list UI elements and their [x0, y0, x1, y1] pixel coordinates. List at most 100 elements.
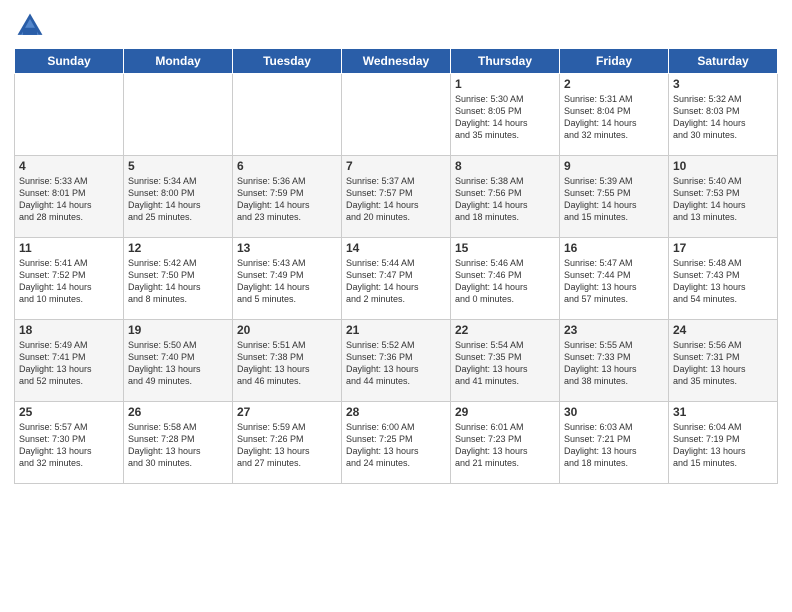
calendar-cell-3-5: 15 Sunrise: 5:46 AM Sunset: 7:46 PM Dayli…	[451, 238, 560, 320]
calendar-cell-5-2: 26 Sunrise: 5:58 AM Sunset: 7:28 PM Dayli…	[124, 402, 233, 484]
cell-info: Sunrise: 5:47 AM Sunset: 7:44 PM Dayligh…	[564, 257, 664, 306]
day-number: 7	[346, 159, 446, 173]
calendar-cell-5-3: 27 Sunrise: 5:59 AM Sunset: 7:26 PM Dayli…	[233, 402, 342, 484]
weekday-header-wednesday: Wednesday	[342, 49, 451, 74]
calendar-cell-4-6: 23 Sunrise: 5:55 AM Sunset: 7:33 PM Dayli…	[560, 320, 669, 402]
calendar-row-1: 1Sunrise: 5:30 AM Sunset: 8:05 PM Daylig…	[15, 74, 778, 156]
day-number: 11	[19, 241, 119, 255]
cell-info: Sunrise: 5:34 AM Sunset: 8:00 PM Dayligh…	[128, 175, 228, 224]
cell-info: Sunrise: 5:58 AM Sunset: 7:28 PM Dayligh…	[128, 421, 228, 470]
calendar-cell-5-7: 31 Sunrise: 6:04 AM Sunset: 7:19 PM Dayli…	[669, 402, 778, 484]
cell-info: Sunrise: 5:48 AM Sunset: 7:43 PM Dayligh…	[673, 257, 773, 306]
calendar-cell-1-5: 1Sunrise: 5:30 AM Sunset: 8:05 PM Daylig…	[451, 74, 560, 156]
calendar-cell-4-3: 20Sunrise: 5:51 AM Sunset: 7:38 PM Dayli…	[233, 320, 342, 402]
cell-info: Sunrise: 5:41 AM Sunset: 7:52 PM Dayligh…	[19, 257, 119, 306]
calendar-cell-1-7: 3Sunrise: 5:32 AM Sunset: 8:03 PM Daylig…	[669, 74, 778, 156]
calendar-cell-4-1: 18Sunrise: 5:49 AM Sunset: 7:41 PM Dayli…	[15, 320, 124, 402]
weekday-header-monday: Monday	[124, 49, 233, 74]
day-number: 18	[19, 323, 119, 337]
calendar-cell-2-1: 4 Sunrise: 5:33 AM Sunset: 8:01 PM Daylig…	[15, 156, 124, 238]
calendar-cell-2-6: 9Sunrise: 5:39 AM Sunset: 7:55 PM Daylig…	[560, 156, 669, 238]
day-number: 3	[673, 77, 773, 91]
cell-info: Sunrise: 5:57 AM Sunset: 7:30 PM Dayligh…	[19, 421, 119, 470]
calendar-cell-5-1: 25 Sunrise: 5:57 AM Sunset: 7:30 PM Dayli…	[15, 402, 124, 484]
day-number: 19	[128, 323, 228, 337]
calendar-cell-1-3	[233, 74, 342, 156]
day-number: 8	[455, 159, 555, 173]
cell-info: Sunrise: 6:03 AM Sunset: 7:21 PM Dayligh…	[564, 421, 664, 470]
calendar-cell-3-7: 17 Sunrise: 5:48 AM Sunset: 7:43 PM Dayli…	[669, 238, 778, 320]
day-number: 25	[19, 405, 119, 419]
day-number: 31	[673, 405, 773, 419]
calendar-cell-2-3: 6 Sunrise: 5:36 AM Sunset: 7:59 PM Daylig…	[233, 156, 342, 238]
calendar-table: SundayMondayTuesdayWednesdayThursdayFrid…	[14, 48, 778, 484]
cell-info: Sunrise: 5:55 AM Sunset: 7:33 PM Dayligh…	[564, 339, 664, 388]
day-number: 15	[455, 241, 555, 255]
cell-info: Sunrise: 5:31 AM Sunset: 8:04 PM Dayligh…	[564, 93, 664, 142]
calendar-cell-1-6: 2Sunrise: 5:31 AM Sunset: 8:04 PM Daylig…	[560, 74, 669, 156]
cell-info: Sunrise: 5:42 AM Sunset: 7:50 PM Dayligh…	[128, 257, 228, 306]
day-number: 4	[19, 159, 119, 173]
calendar-cell-2-2: 5 Sunrise: 5:34 AM Sunset: 8:00 PM Daylig…	[124, 156, 233, 238]
calendar-cell-2-7: 10 Sunrise: 5:40 AM Sunset: 7:53 PM Dayli…	[669, 156, 778, 238]
calendar-cell-2-5: 8 Sunrise: 5:38 AM Sunset: 7:56 PM Daylig…	[451, 156, 560, 238]
page-container: SundayMondayTuesdayWednesdayThursdayFrid…	[0, 0, 792, 494]
logo	[14, 10, 50, 42]
day-number: 27	[237, 405, 337, 419]
day-number: 13	[237, 241, 337, 255]
calendar-row-4: 18Sunrise: 5:49 AM Sunset: 7:41 PM Dayli…	[15, 320, 778, 402]
cell-info: Sunrise: 5:50 AM Sunset: 7:40 PM Dayligh…	[128, 339, 228, 388]
calendar-cell-1-2	[124, 74, 233, 156]
cell-info: Sunrise: 5:51 AM Sunset: 7:38 PM Dayligh…	[237, 339, 337, 388]
day-number: 29	[455, 405, 555, 419]
weekday-header-friday: Friday	[560, 49, 669, 74]
cell-info: Sunrise: 5:36 AM Sunset: 7:59 PM Dayligh…	[237, 175, 337, 224]
day-number: 12	[128, 241, 228, 255]
cell-info: Sunrise: 5:39 AM Sunset: 7:55 PM Dayligh…	[564, 175, 664, 224]
day-number: 23	[564, 323, 664, 337]
cell-info: Sunrise: 5:54 AM Sunset: 7:35 PM Dayligh…	[455, 339, 555, 388]
day-number: 24	[673, 323, 773, 337]
day-number: 28	[346, 405, 446, 419]
cell-info: Sunrise: 6:04 AM Sunset: 7:19 PM Dayligh…	[673, 421, 773, 470]
day-number: 5	[128, 159, 228, 173]
day-number: 21	[346, 323, 446, 337]
cell-info: Sunrise: 5:52 AM Sunset: 7:36 PM Dayligh…	[346, 339, 446, 388]
calendar-cell-4-4: 21 Sunrise: 5:52 AM Sunset: 7:36 PM Dayli…	[342, 320, 451, 402]
calendar-cell-3-6: 16 Sunrise: 5:47 AM Sunset: 7:44 PM Dayli…	[560, 238, 669, 320]
calendar-cell-4-7: 24 Sunrise: 5:56 AM Sunset: 7:31 PM Dayli…	[669, 320, 778, 402]
calendar-cell-3-4: 14Sunrise: 5:44 AM Sunset: 7:47 PM Dayli…	[342, 238, 451, 320]
day-number: 22	[455, 323, 555, 337]
calendar-row-3: 11 Sunrise: 5:41 AM Sunset: 7:52 PM Dayli…	[15, 238, 778, 320]
cell-info: Sunrise: 5:56 AM Sunset: 7:31 PM Dayligh…	[673, 339, 773, 388]
logo-icon	[14, 10, 46, 42]
cell-info: Sunrise: 6:00 AM Sunset: 7:25 PM Dayligh…	[346, 421, 446, 470]
weekday-header-sunday: Sunday	[15, 49, 124, 74]
weekday-header-tuesday: Tuesday	[233, 49, 342, 74]
day-number: 14	[346, 241, 446, 255]
day-number: 30	[564, 405, 664, 419]
calendar-cell-1-1	[15, 74, 124, 156]
cell-info: Sunrise: 5:46 AM Sunset: 7:46 PM Dayligh…	[455, 257, 555, 306]
day-number: 10	[673, 159, 773, 173]
cell-info: Sunrise: 5:40 AM Sunset: 7:53 PM Dayligh…	[673, 175, 773, 224]
day-number: 6	[237, 159, 337, 173]
weekday-header-row: SundayMondayTuesdayWednesdayThursdayFrid…	[15, 49, 778, 74]
calendar-cell-5-6: 30 Sunrise: 6:03 AM Sunset: 7:21 PM Dayli…	[560, 402, 669, 484]
day-number: 26	[128, 405, 228, 419]
day-number: 17	[673, 241, 773, 255]
calendar-cell-5-4: 28 Sunrise: 6:00 AM Sunset: 7:25 PM Dayli…	[342, 402, 451, 484]
cell-info: Sunrise: 5:38 AM Sunset: 7:56 PM Dayligh…	[455, 175, 555, 224]
calendar-row-2: 4 Sunrise: 5:33 AM Sunset: 8:01 PM Daylig…	[15, 156, 778, 238]
calendar-cell-2-4: 7Sunrise: 5:37 AM Sunset: 7:57 PM Daylig…	[342, 156, 451, 238]
cell-info: Sunrise: 5:33 AM Sunset: 8:01 PM Dayligh…	[19, 175, 119, 224]
calendar-cell-3-3: 13Sunrise: 5:43 AM Sunset: 7:49 PM Dayli…	[233, 238, 342, 320]
day-number: 16	[564, 241, 664, 255]
calendar-cell-3-1: 11 Sunrise: 5:41 AM Sunset: 7:52 PM Dayli…	[15, 238, 124, 320]
calendar-cell-4-2: 19 Sunrise: 5:50 AM Sunset: 7:40 PM Dayli…	[124, 320, 233, 402]
calendar-cell-3-2: 12 Sunrise: 5:42 AM Sunset: 7:50 PM Dayli…	[124, 238, 233, 320]
cell-info: Sunrise: 6:01 AM Sunset: 7:23 PM Dayligh…	[455, 421, 555, 470]
day-number: 1	[455, 77, 555, 91]
weekday-header-thursday: Thursday	[451, 49, 560, 74]
cell-info: Sunrise: 5:59 AM Sunset: 7:26 PM Dayligh…	[237, 421, 337, 470]
